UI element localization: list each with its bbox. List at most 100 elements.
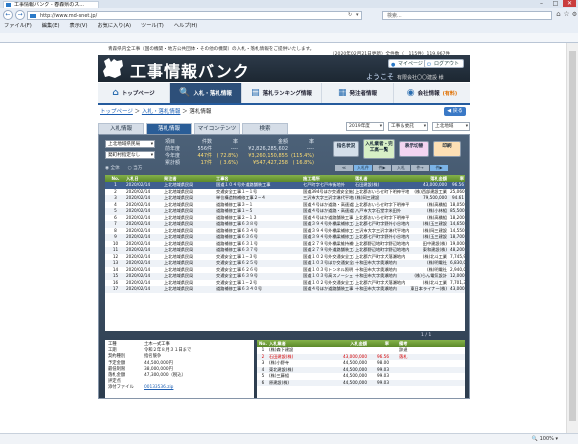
menu-tools[interactable]: ツール(T) — [141, 22, 164, 31]
zoom-value: 100% — [539, 436, 554, 442]
company-icon: ◉ — [406, 88, 415, 98]
site-icon — [30, 14, 36, 18]
browser-tab[interactable]: 工事情報バンク - 春森県のス... — [3, 1, 99, 8]
menu-help[interactable]: ヘルプ(H) — [174, 22, 198, 31]
nav-label: トップページ — [121, 91, 155, 97]
bidder-cell: 原建設(株) — [269, 379, 290, 385]
main-navigation: ⌂ トップページ 🔍 入札・落札情報 ▤ 落札ランキング情報 ▦ 発注者情報 ◉ 会社情報… — [98, 83, 470, 105]
dropdown-icon[interactable]: ▾ — [356, 12, 359, 18]
col-header: 備考 — [399, 341, 408, 346]
bidder-cell: 99.03 — [377, 379, 389, 385]
area-select[interactable]: 上北地域 — [432, 122, 470, 131]
stats-header-cell: 率 — [308, 139, 314, 145]
refresh-icon[interactable]: ↻ — [348, 12, 352, 18]
stats-cell: ( 72.8%) — [216, 153, 238, 159]
window-controls: – □ ✕ — [535, 0, 576, 8]
menu-file[interactable]: ファイル(F) — [4, 22, 32, 31]
col-header[interactable]: 落札者 — [354, 175, 409, 182]
welcome-user: 有限会社〇〇建設 様 — [397, 75, 444, 81]
bidder-list-button[interactable]: 入札業者・完工高一覧 — [363, 139, 395, 159]
stats-cell: 17件 — [200, 160, 212, 166]
print-button[interactable]: 印刷 — [433, 141, 461, 157]
tab-search[interactable]: 検索 — [242, 123, 288, 134]
favorites-star-icon[interactable]: ☆ — [563, 11, 570, 18]
stats-cell: 447件 — [197, 153, 212, 159]
vertical-scrollbar[interactable] — [566, 43, 578, 433]
radio-own[interactable]: ○ 当方 — [128, 165, 143, 171]
first-page-button[interactable]: ≪ — [335, 165, 353, 171]
tab-my-contents[interactable]: マイコンテンツ — [194, 123, 240, 134]
col-header[interactable]: 入札日 — [125, 175, 163, 182]
scrollbar-thumb[interactable] — [569, 51, 576, 421]
building-icon: ▦ — [337, 88, 347, 98]
next-page-button[interactable]: 件▶ — [430, 165, 448, 171]
category-select[interactable]: 工事＆委託 — [388, 122, 428, 131]
pager-buttons: ≪ 入札件 件▶ 入札 件→ 件▶ — [335, 165, 448, 171]
detail-label: 添付ファイル — [108, 385, 134, 391]
breadcrumb-home[interactable]: トップページ — [100, 109, 133, 115]
site-logo[interactable]: 工事情報バンク — [130, 58, 250, 82]
radio-all-label: 全体 — [110, 166, 120, 171]
col-header[interactable]: 施工場所 — [302, 175, 354, 182]
stats-cell: 556件 — [197, 146, 212, 152]
col-header[interactable]: No. — [105, 175, 125, 182]
attachment-link[interactable]: 00133536.zip — [144, 385, 173, 391]
status-bar: 🔍 100% ▾ — [0, 433, 578, 444]
municipality-select[interactable]: 発町村指定なし — [105, 151, 155, 159]
nav-bid-info[interactable]: 🔍 入札・落札情報 — [170, 83, 242, 103]
maximize-button[interactable]: □ — [549, 0, 562, 7]
stats-header-cell: 金額 — [277, 139, 288, 145]
table-row[interactable]: 17 2020/02/14 上北地域県民局 道路補修工事６３４０号 国道４号ほか道路舗装… — [105, 286, 465, 293]
menu-edit[interactable]: 編集(E) — [42, 22, 60, 31]
col-header[interactable]: 落札金額 — [409, 175, 449, 182]
address-bar[interactable]: http://www.md-snet.jp/ — [27, 11, 362, 20]
minimize-button[interactable]: – — [535, 0, 548, 7]
col-header[interactable]: 工事名 — [215, 175, 302, 182]
col-header: 入札業者 — [269, 341, 286, 346]
nav-top-page[interactable]: ⌂ トップページ — [98, 83, 170, 103]
forward-arrow-icon[interactable]: → — [15, 10, 25, 20]
nav-company[interactable]: ◉ 会社情報 (有料) — [394, 83, 470, 103]
home-icon[interactable]: ⌂ — [555, 11, 562, 18]
back-button[interactable]: ◀ 戻る — [444, 107, 466, 116]
col-header[interactable]: 発注者 — [163, 175, 215, 182]
navigation-bar: ← → http://www.md-snet.jp/ ↻ ▾ 検索... ⌂ ☆… — [0, 9, 578, 21]
page-button[interactable]: 入札件 — [354, 165, 372, 171]
nomination-status-button[interactable]: 指名状況 — [333, 141, 359, 157]
close-window-button[interactable]: ✕ — [563, 0, 576, 7]
bidder-table-header: No. 入札業者 入札金額 率 備考 — [257, 340, 465, 347]
paid-badge: (有料) — [442, 90, 458, 97]
browser-search-input[interactable]: 検索... — [382, 11, 552, 20]
tab-bid-info[interactable]: 入札情報 — [98, 123, 144, 134]
tab-award-info[interactable]: 落札情報 — [146, 123, 192, 134]
mypage-label: マイページ — [398, 61, 423, 67]
menu-favorites[interactable]: お気に入り(A) — [97, 22, 131, 31]
year-select[interactable]: 2019年度 — [346, 122, 384, 131]
page-button[interactable]: 件→ — [411, 165, 429, 171]
table-pager: 1 / 1 — [421, 333, 432, 338]
display-toggle-button[interactable]: 表示切替 — [399, 141, 429, 157]
zoom-level[interactable]: 🔍 100% ▾ — [532, 436, 558, 442]
logout-button[interactable]: ⏻ ログアウト — [424, 59, 465, 68]
col-header: 率 — [384, 341, 389, 346]
stats-header: 項目 件数 率 金額 率 — [165, 139, 317, 146]
back-arrow-icon[interactable]: ← — [3, 10, 13, 20]
url-text: http://www.md-snet.jp/ — [40, 13, 98, 19]
nav-ranking[interactable]: ▤ 落札ランキング情報 — [242, 83, 322, 103]
page-button[interactable]: 入札 — [392, 165, 410, 171]
table-body: 1 2020/02/14 上北地域県民局 国道１０４号外道路舗装工事 七戸町字七戸市街地… — [105, 182, 465, 293]
page-button[interactable]: 件▶ — [373, 165, 391, 171]
settings-gear-icon[interactable]: ⚙ — [571, 11, 578, 18]
table-cell: 上北地域県民局 — [164, 286, 194, 291]
user-icon: ● — [391, 62, 396, 68]
breadcrumb-level1[interactable]: 入札・落札情報 — [142, 109, 181, 115]
menu-view[interactable]: 表示(V) — [70, 22, 88, 31]
filter-selects: 2019年度 工事＆委託 上北地域 — [346, 122, 470, 131]
office-select[interactable]: 上北地域県民局 — [105, 140, 155, 148]
mypage-button[interactable]: ● マイページ — [388, 59, 428, 68]
col-header[interactable]: 率 — [449, 175, 465, 182]
breadcrumb-current: 落札情報 — [189, 109, 212, 115]
stats-row: 累計額 17件 ( 3.6%) ¥547,427,258 ( 16.8%) — [165, 160, 317, 167]
nav-orderer[interactable]: ▦ 発注者情報 — [322, 83, 394, 103]
radio-all[interactable]: ◉ 全体 — [105, 165, 120, 171]
